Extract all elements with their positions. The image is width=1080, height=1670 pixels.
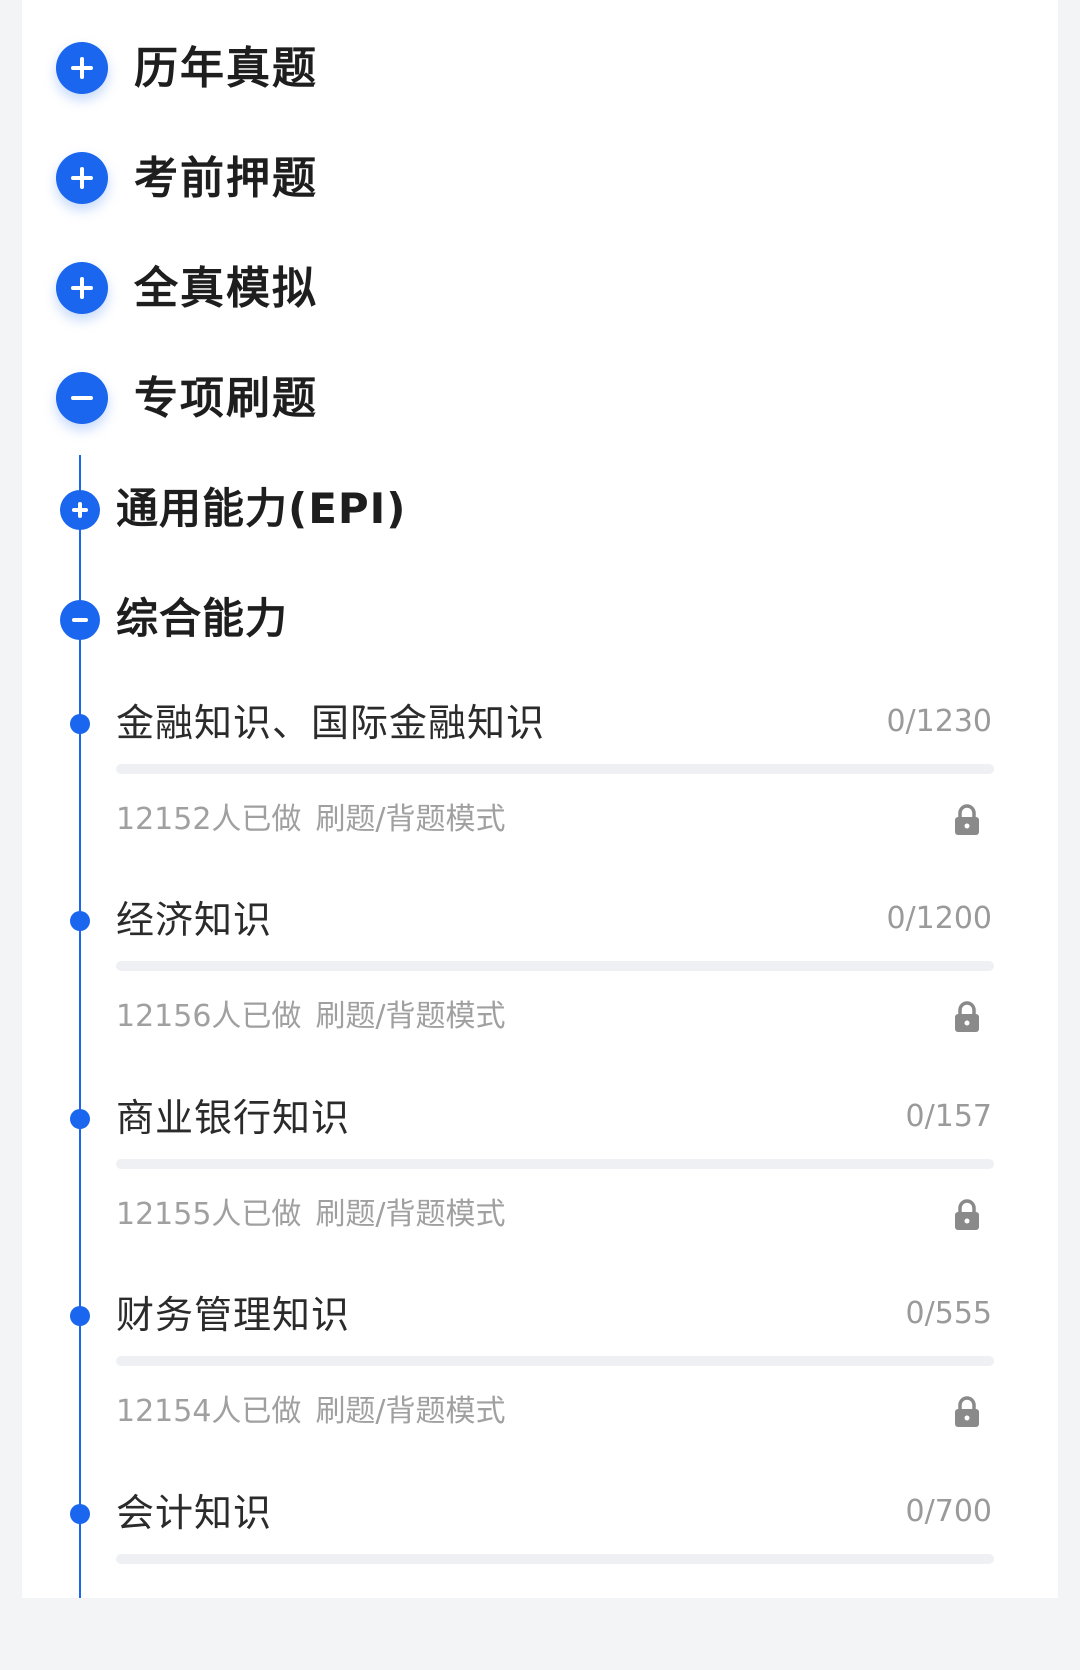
minus-icon[interactable] — [60, 600, 100, 640]
subcategory-label: 通用能力(EPI) — [116, 484, 407, 533]
item-meta: 12154人已做 刷题/背题模式 — [116, 1392, 506, 1432]
plus-icon[interactable] — [56, 262, 108, 314]
timeline-dot — [70, 1504, 90, 1524]
item-count: 0/1200 — [886, 901, 992, 936]
list-item[interactable]: 商业银行知识 0/157 12155人已做 刷题/背题模式 — [22, 1095, 1022, 1275]
done-count: 12155人已做 — [116, 1197, 302, 1232]
mode-label[interactable]: 刷题/背题模式 — [315, 802, 505, 837]
progress-bar — [116, 1554, 994, 1564]
item-title: 金融知识、国际金融知识 — [116, 701, 546, 745]
progress-bar — [116, 1159, 994, 1169]
item-meta: 12155人已做 刷题/背题模式 — [116, 1195, 506, 1235]
done-count: 12156人已做 — [116, 999, 302, 1034]
list-item[interactable]: 金融知识、国际金融知识 0/1230 12152人已做 刷题/背题模式 — [22, 700, 1022, 880]
plus-icon[interactable] — [56, 42, 108, 94]
subcategory-row-epi[interactable]: 通用能力(EPI) — [22, 475, 1022, 545]
item-title: 会计知识 — [116, 1491, 273, 1535]
item-count: 0/555 — [905, 1296, 992, 1331]
minus-icon[interactable] — [56, 372, 108, 424]
plus-icon[interactable] — [56, 152, 108, 204]
subcategory-row-comprehensive[interactable]: 综合能力 — [22, 585, 1022, 655]
timeline-dot — [70, 911, 90, 931]
timeline-dot — [70, 714, 90, 734]
list-item[interactable]: 财务管理知识 0/555 12154人已做 刷题/背题模式 — [22, 1292, 1022, 1472]
category-label: 历年真题 — [134, 43, 318, 94]
lock-icon — [955, 1396, 979, 1427]
mode-label[interactable]: 刷题/背题模式 — [315, 1394, 505, 1429]
progress-bar — [116, 764, 994, 774]
timeline-dot — [70, 1306, 90, 1326]
category-label: 考前押题 — [134, 153, 318, 204]
lock-icon — [955, 804, 979, 835]
item-meta: 12152人已做 刷题/背题模式 — [116, 800, 506, 840]
item-count: 0/157 — [905, 1099, 992, 1134]
item-meta: 12156人已做 刷题/背题模式 — [116, 997, 506, 1037]
item-title: 财务管理知识 — [116, 1293, 351, 1337]
category-row-special[interactable]: 专项刷题 — [22, 358, 1022, 438]
category-row-predicted[interactable]: 考前押题 — [22, 138, 1022, 218]
category-row-history[interactable]: 历年真题 — [22, 28, 1022, 108]
list-item[interactable]: 会计知识 0/700 — [22, 1490, 1022, 1670]
item-title: 商业银行知识 — [116, 1096, 351, 1140]
lock-icon — [955, 1001, 979, 1032]
question-bank-card: 历年真题 考前押题 全真模拟 专项刷题 通用能力(EPI) 综合能力 金融知识、… — [22, 0, 1058, 1598]
done-count: 12152人已做 — [116, 802, 302, 837]
category-label: 专项刷题 — [134, 373, 318, 424]
progress-bar — [116, 1356, 994, 1366]
mode-label[interactable]: 刷题/背题模式 — [315, 999, 505, 1034]
subcategory-label: 综合能力 — [116, 594, 289, 643]
plus-icon[interactable] — [60, 490, 100, 530]
mode-label[interactable]: 刷题/背题模式 — [315, 1197, 505, 1232]
lock-icon — [955, 1199, 979, 1230]
item-title: 经济知识 — [116, 898, 273, 942]
category-label: 全真模拟 — [134, 263, 318, 314]
timeline-dot — [70, 1109, 90, 1129]
category-row-mock[interactable]: 全真模拟 — [22, 248, 1022, 328]
list-item[interactable]: 经济知识 0/1200 12156人已做 刷题/背题模式 — [22, 897, 1022, 1077]
item-count: 0/700 — [905, 1494, 992, 1529]
progress-bar — [116, 961, 994, 971]
item-count: 0/1230 — [886, 704, 992, 739]
done-count: 12154人已做 — [116, 1394, 302, 1429]
